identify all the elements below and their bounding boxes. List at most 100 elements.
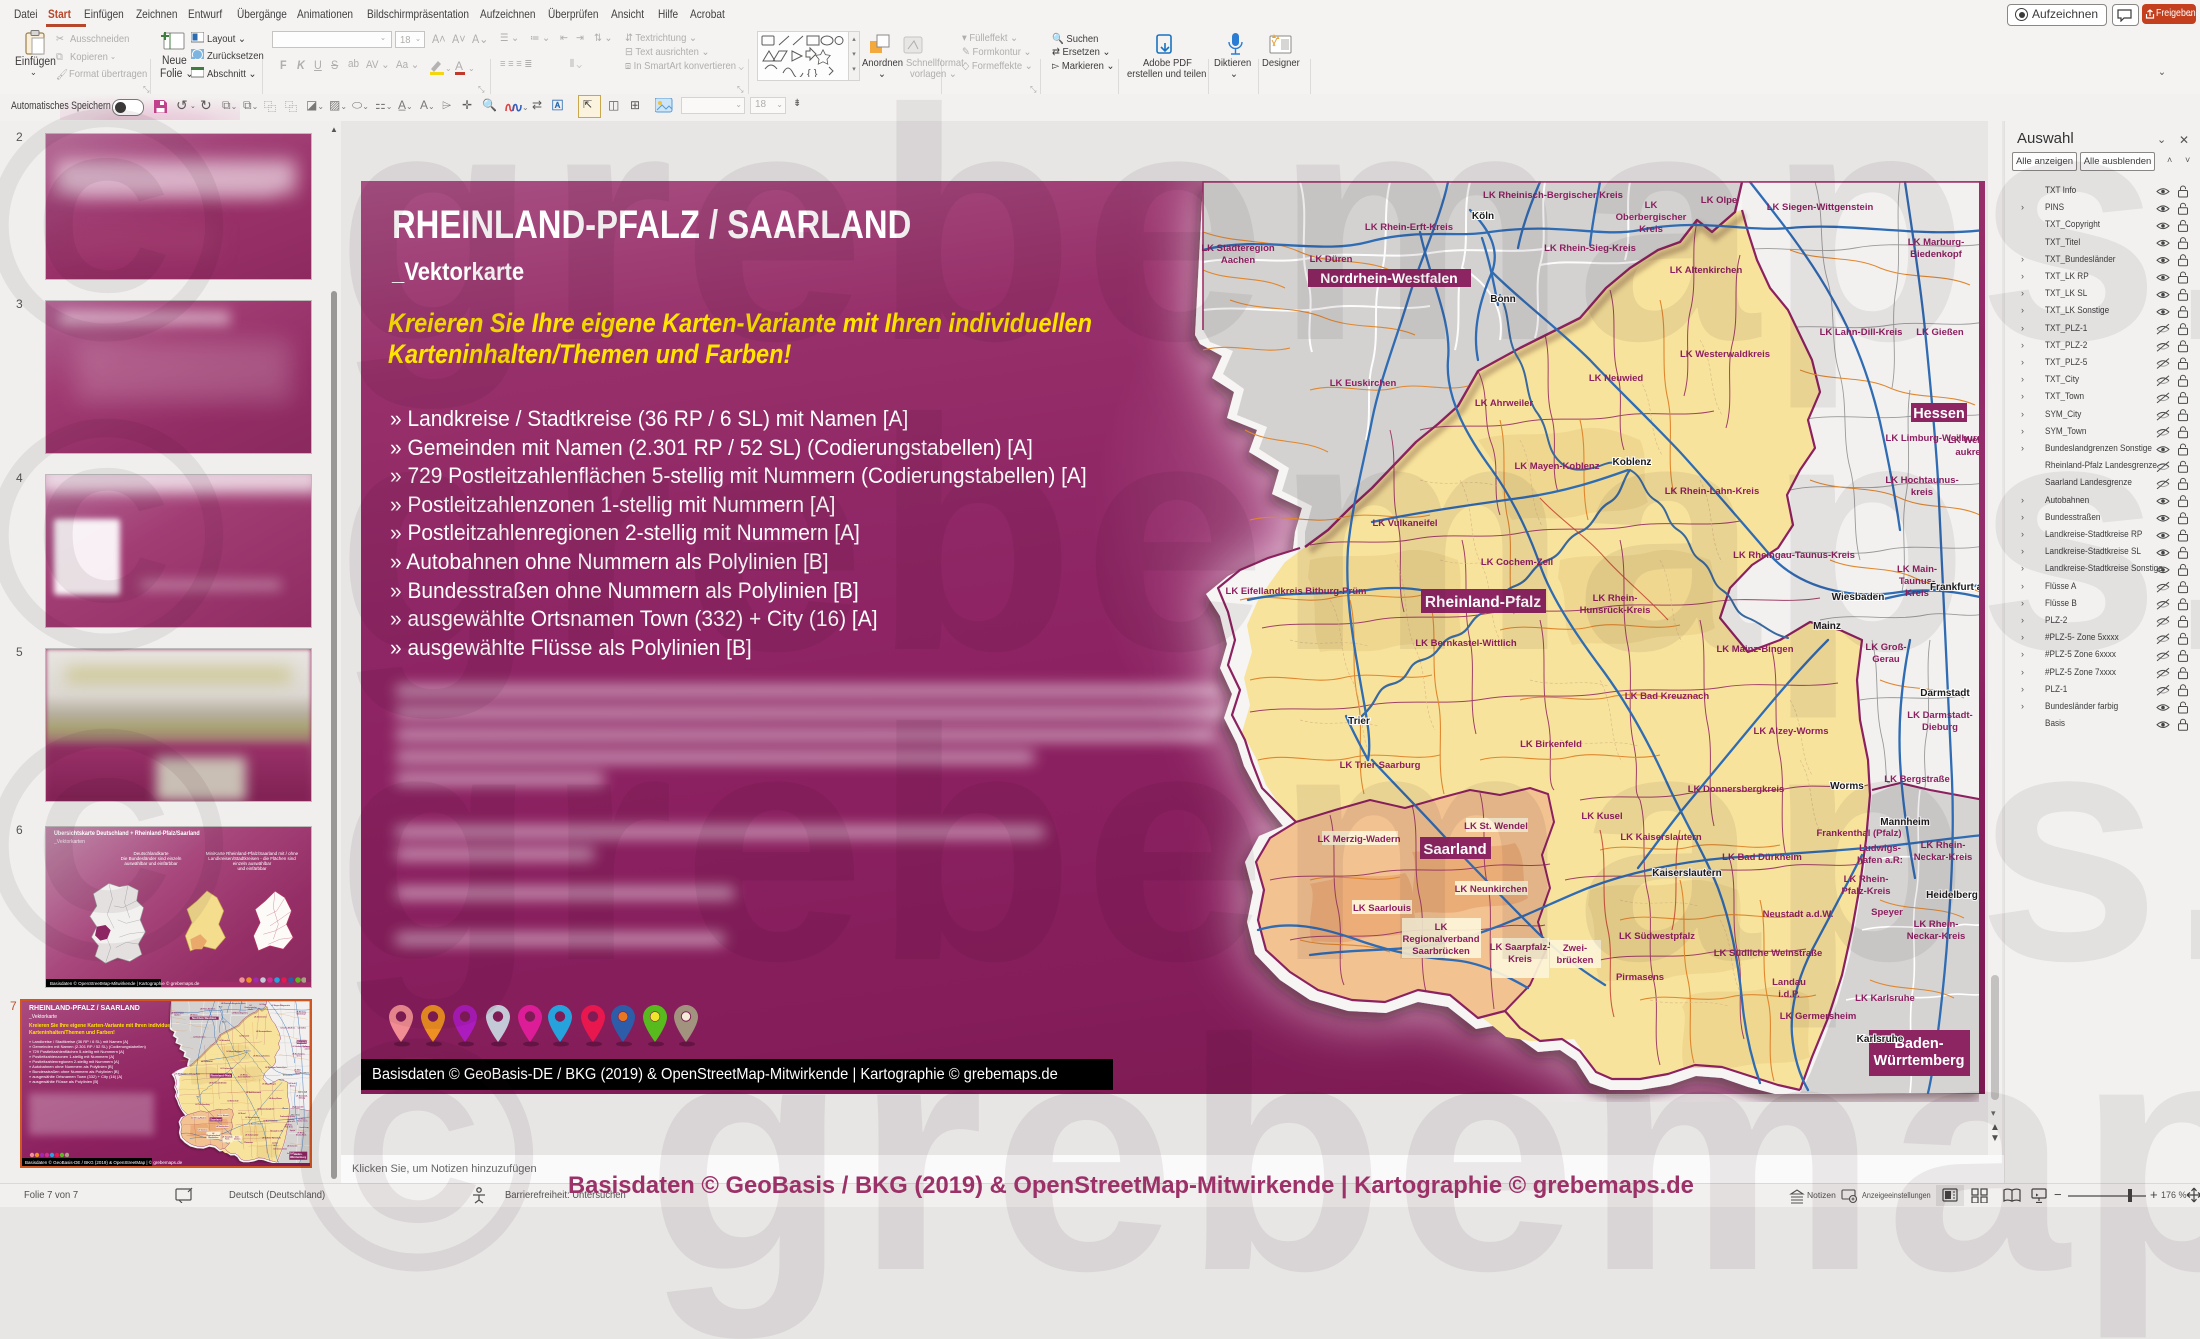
- svg-text:LK Südwestpfalz: LK Südwestpfalz: [1619, 931, 1695, 942]
- svg-text:Wiesbaden: Wiesbaden: [1832, 592, 1885, 603]
- svg-text:Neckar-Kreis: Neckar-Kreis: [1907, 931, 1966, 942]
- svg-text:LK St. Wendel: LK St. Wendel: [1464, 821, 1528, 832]
- svg-text:brücken: brücken: [1557, 955, 1594, 966]
- svg-text:Pirmasens: Pirmasens: [1616, 972, 1664, 983]
- svg-text:Ludwigs-: Ludwigs-: [1859, 843, 1901, 854]
- svg-text:LK Mayen-Koblenz: LK Mayen-Koblenz: [1515, 461, 1600, 472]
- svg-text:Neckar-Kreis: Neckar-Kreis: [1914, 852, 1973, 863]
- svg-text:LK Main-: LK Main-: [1897, 564, 1937, 575]
- svg-text:LK Bad Kreuznach: LK Bad Kreuznach: [1625, 691, 1710, 702]
- svg-text:Würrtemberg: Würrtemberg: [1873, 1053, 1964, 1069]
- svg-text:Hessen: Hessen: [1913, 406, 1965, 422]
- svg-text:LK: LK: [1645, 200, 1658, 211]
- svg-text:LK Germersheim: LK Germersheim: [1780, 1011, 1857, 1022]
- svg-text:Trier: Trier: [1348, 716, 1370, 727]
- svg-text:A: A: [455, 59, 463, 73]
- svg-text:LK Donnersbergkreis: LK Donnersbergkreis: [1688, 784, 1785, 795]
- svg-text:LK Merzig-Wadern: LK Merzig-Wadern: [1317, 834, 1400, 845]
- svg-text:LK: LK: [1435, 922, 1448, 933]
- svg-text:LK Westerwaldkreis: LK Westerwaldkreis: [1680, 349, 1770, 360]
- svg-text:LK Rheinisch-Bergischer Kreis: LK Rheinisch-Bergischer Kreis: [1483, 190, 1623, 201]
- svg-text:Regionalverband: Regionalverband: [1402, 934, 1479, 945]
- svg-text:Frankfurt a.M.: Frankfurt a.M.: [1930, 582, 1979, 593]
- svg-text:LK Karlsruhe: LK Karlsruhe: [1855, 993, 1915, 1004]
- svg-text:Zwei-: Zwei-: [1563, 943, 1587, 954]
- svg-text:LK Neunkirchen: LK Neunkirchen: [1455, 884, 1528, 895]
- svg-text:Biedenkopf: Biedenkopf: [1910, 249, 1963, 260]
- svg-text:LK Düren: LK Düren: [1310, 254, 1353, 265]
- svg-text:Koblenz: Koblenz: [1613, 457, 1652, 468]
- svg-text:Karlsruhe: Karlsruhe: [1857, 1034, 1904, 1045]
- svg-text:kreis: kreis: [1911, 487, 1933, 498]
- svg-text:LK Mainz-Bingen: LK Mainz-Bingen: [1716, 644, 1793, 655]
- svg-text:LK Wetter-: LK Wetter-: [1948, 435, 1979, 446]
- svg-text:LK Olpe: LK Olpe: [1701, 195, 1737, 206]
- svg-text:LK Vulkaneifel: LK Vulkaneifel: [1372, 518, 1437, 529]
- svg-text:LK Euskirchen: LK Euskirchen: [1330, 378, 1397, 389]
- svg-text:Kreis: Kreis: [1639, 224, 1663, 235]
- svg-text:LK Gießen: LK Gießen: [1916, 327, 1964, 338]
- svg-text:Speyer: Speyer: [1871, 907, 1903, 918]
- svg-text:LK Rhein-: LK Rhein-: [1914, 919, 1959, 930]
- svg-text:⌄: ⌄: [445, 64, 450, 73]
- svg-text:hafen a.R:: hafen a.R:: [1857, 855, 1903, 866]
- svg-text:LK Marburg-: LK Marburg-: [1908, 237, 1964, 248]
- svg-text:Landau: Landau: [1772, 977, 1806, 988]
- svg-text:LK Groß-: LK Groß-: [1865, 642, 1906, 653]
- svg-text:{ }: { }: [807, 68, 818, 77]
- svg-text:Bonn: Bonn: [1490, 294, 1516, 305]
- svg-text:Oberbergischer: Oberbergischer: [1616, 212, 1687, 223]
- svg-text:Heidelberg: Heidelberg: [1926, 890, 1978, 901]
- svg-text:LK Saarlouis: LK Saarlouis: [1353, 903, 1411, 914]
- svg-text:Pfalz-Kreis: Pfalz-Kreis: [1841, 886, 1890, 897]
- svg-text:LK Rhein-: LK Rhein-: [1593, 593, 1638, 604]
- svg-text:LK Kusel: LK Kusel: [1581, 811, 1622, 822]
- svg-text:Aachen: Aachen: [1221, 255, 1256, 266]
- svg-text:Kreis: Kreis: [1508, 954, 1532, 965]
- svg-text:Mainz: Mainz: [1813, 621, 1841, 632]
- svg-text:LK Rhein-Sieg-Kreis: LK Rhein-Sieg-Kreis: [1544, 243, 1636, 254]
- svg-text:LK Hochtaunus-: LK Hochtaunus-: [1885, 475, 1958, 486]
- svg-text:Kaiserslautern: Kaiserslautern: [1652, 868, 1721, 879]
- svg-text:LK Trier-Saarburg: LK Trier-Saarburg: [1340, 760, 1421, 771]
- svg-text:Mannheim: Mannheim: [1880, 817, 1930, 828]
- svg-text:LK Bernkastel-Wittlich: LK Bernkastel-Wittlich: [1415, 638, 1516, 649]
- svg-text:Hunsrück-Kreis: Hunsrück-Kreis: [1580, 605, 1651, 616]
- svg-text:LK Altenkirchen: LK Altenkirchen: [1670, 265, 1743, 276]
- svg-text:Darmstadt: Darmstadt: [1920, 688, 1970, 699]
- svg-text:Neustadt a.d.W.: Neustadt a.d.W.: [1763, 909, 1834, 920]
- svg-text:LK Städteregion: LK Städteregion: [1201, 243, 1275, 254]
- svg-text:LK Lahn-Dill-Kreis: LK Lahn-Dill-Kreis: [1820, 327, 1903, 338]
- svg-text:LK Siegen-Wittgenstein: LK Siegen-Wittgenstein: [1767, 202, 1874, 213]
- svg-text:LK Alzey-Worms: LK Alzey-Worms: [1754, 726, 1829, 737]
- svg-text:Worms: Worms: [1830, 781, 1864, 792]
- svg-text:Gerau: Gerau: [1872, 654, 1900, 665]
- svg-text:LK Rhein-: LK Rhein-: [1844, 874, 1889, 885]
- svg-text:LK Kaiserslautern: LK Kaiserslautern: [1620, 832, 1702, 843]
- svg-text:Köln: Köln: [1472, 211, 1494, 222]
- svg-text:Kreis: Kreis: [1905, 588, 1929, 599]
- svg-text:LK Rheingau-Taunus-Kreis: LK Rheingau-Taunus-Kreis: [1733, 550, 1855, 561]
- svg-text:Dieburg: Dieburg: [1922, 722, 1958, 733]
- svg-text:⌄: ⌄: [468, 64, 475, 73]
- svg-text:Saarbrücken: Saarbrücken: [1412, 946, 1470, 957]
- svg-text:i.d.P.: i.d.P.: [1778, 989, 1799, 1000]
- svg-text:⌄: ⌄: [522, 103, 528, 112]
- svg-text:LK Cochem-Zell: LK Cochem-Zell: [1481, 557, 1553, 568]
- svg-text:LK Saarpfalz-: LK Saarpfalz-: [1490, 942, 1551, 953]
- svg-text:LK Bad Dürkheim: LK Bad Dürkheim: [1722, 852, 1802, 863]
- svg-text:LK Südliche Weinstraße: LK Südliche Weinstraße: [1714, 948, 1823, 959]
- svg-text:Saarland: Saarland: [1423, 841, 1486, 858]
- svg-text:LK Rhein-Erft-Kreis: LK Rhein-Erft-Kreis: [1365, 222, 1453, 233]
- svg-text:LK Bergstraße: LK Bergstraße: [1884, 774, 1949, 785]
- svg-text:LK Birkenfeld: LK Birkenfeld: [1520, 739, 1582, 750]
- svg-text:LK Rhein-Lahn-Kreis: LK Rhein-Lahn-Kreis: [1665, 486, 1759, 497]
- svg-text:aukreis: aukreis: [1955, 447, 1979, 458]
- svg-text:Nordrhein-Westfalen: Nordrhein-Westfalen: [1320, 270, 1457, 286]
- svg-text:LK Eifellandkreis Bitburg-Prüm: LK Eifellandkreis Bitburg-Prüm: [1226, 586, 1367, 597]
- svg-text:LK Neuwied: LK Neuwied: [1589, 373, 1644, 384]
- svg-text:LK Ahrweiler: LK Ahrweiler: [1475, 398, 1534, 409]
- svg-text:Rheinland-Pfalz: Rheinland-Pfalz: [1425, 594, 1542, 611]
- svg-text:LK Darmstadt-: LK Darmstadt-: [1907, 710, 1972, 721]
- svg-text:LK Rhein-: LK Rhein-: [1921, 840, 1966, 851]
